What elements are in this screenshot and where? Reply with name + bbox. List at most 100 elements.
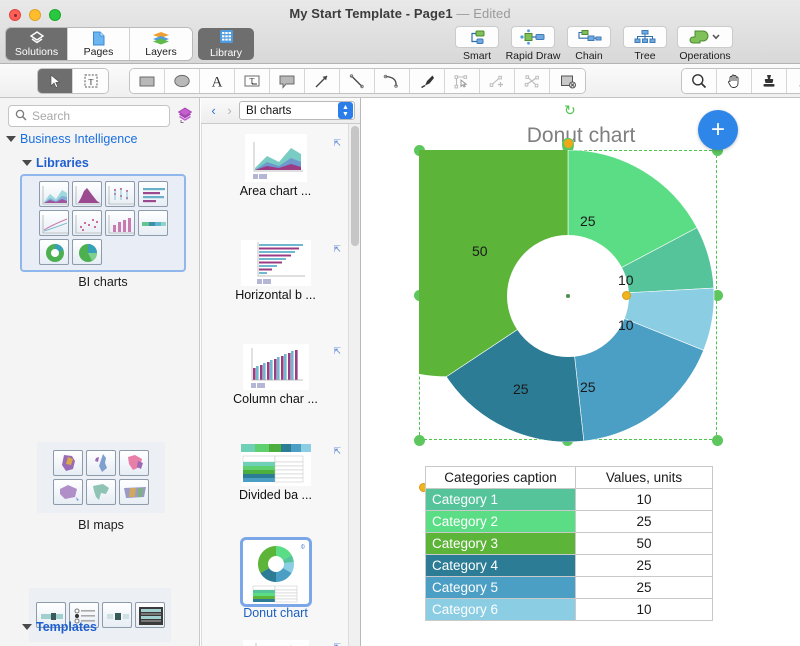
library-item-preview: [240, 444, 311, 486]
thumb-divided-bar: [137, 210, 168, 236]
zoom-tool[interactable]: [682, 69, 717, 93]
toolbar-solutions-button[interactable]: Solutions: [6, 28, 68, 60]
table-row[interactable]: Category 3 50: [425, 532, 713, 555]
smart-connector-icon: [455, 26, 499, 48]
sidebar-library-bi-maps[interactable]: BI maps: [37, 442, 165, 532]
chain-icon: [567, 26, 611, 48]
stamp-tool[interactable]: [752, 69, 787, 93]
left-toolbar-segments: Solutions Pages Layers: [6, 28, 192, 60]
table-row[interactable]: Category 1 10: [425, 488, 713, 511]
thumb-map-uk: [86, 450, 116, 476]
toolbar-tree-label: Tree: [634, 50, 656, 62]
shape-tools-group: A T: [130, 69, 585, 93]
sidebar-section-libraries[interactable]: Libraries: [22, 156, 89, 170]
toolbar-layers-button[interactable]: Layers: [130, 28, 192, 60]
library-item-area-chart[interactable]: ⇱ Area chart ...: [202, 134, 348, 230]
thumb-nav-table: [134, 602, 165, 628]
master-shape-icon: ⇱: [333, 138, 341, 148]
toolbar-operations-label: Operations: [679, 50, 731, 62]
window-title-text: My Start Template - Page1: [289, 6, 453, 21]
table-header-row: Categories caption Values, units: [425, 466, 713, 489]
library-scrollbar[interactable]: [348, 124, 360, 646]
master-shape-icon: ⇱: [333, 244, 341, 254]
library-select-value: BI charts: [246, 104, 292, 117]
arrow-tool[interactable]: [305, 69, 340, 93]
library-item-name: Divided ba ...: [239, 488, 312, 502]
sidebar-section-business-intelligence[interactable]: Business Intelligence: [6, 132, 137, 146]
toolbar-solutions-label: Solutions: [14, 45, 59, 58]
search-icon: [15, 109, 27, 124]
drawing-canvas[interactable]: Donut chart ↻ 25 10 10 25 25 50 + Catego…: [362, 98, 800, 646]
table-cell-category: Category 5: [425, 576, 576, 599]
title-bar: My Start Template - Page1 — Edited Solut…: [0, 0, 800, 64]
right-toolbar-group: Smart Rapid Draw Chain Tree Operations: [450, 26, 736, 62]
table-header-categories: Categories caption: [425, 466, 576, 489]
library-item-divided-bar[interactable]: ⇱ Divided ba ...: [202, 444, 348, 536]
bi-maps-thumbnail: [37, 442, 165, 513]
text-tool[interactable]: A: [200, 69, 235, 93]
table-cell-category: Category 1: [425, 488, 576, 511]
eyedropper-tool[interactable]: [787, 69, 800, 93]
sidebar-library-bi-navigation[interactable]: BI navigation: [29, 588, 171, 646]
toolbar-rapid-draw-button[interactable]: Rapid Draw: [506, 26, 560, 62]
add-point-tool[interactable]: [480, 69, 515, 93]
solutions-park-icon[interactable]: [176, 106, 194, 127]
library-item-scatter-chart[interactable]: ⇱: [202, 640, 348, 646]
edit-points-tool[interactable]: [445, 69, 480, 93]
table-row[interactable]: Category 2 25: [425, 510, 713, 533]
toolbar-pages-button[interactable]: Pages: [68, 28, 130, 60]
thumb-dot-plot: [104, 181, 135, 207]
ellipse-tool[interactable]: [165, 69, 200, 93]
control-point-donut[interactable]: [622, 291, 631, 300]
library-item-preview: [240, 240, 311, 286]
thumb-pie-chart: [71, 239, 102, 265]
line-tool[interactable]: [340, 69, 375, 93]
toolbar-chain-label: Chain: [575, 50, 603, 62]
toolbar-library-button[interactable]: Library: [198, 28, 254, 60]
search-input[interactable]: Search: [8, 105, 170, 127]
library-panel-header: ‹ › BI charts ▲ ▼: [201, 98, 360, 124]
text-box-tool[interactable]: T: [235, 69, 270, 93]
hand-tool[interactable]: [717, 69, 752, 93]
table-cell-value: 25: [575, 510, 713, 533]
library-scrollbar-thumb[interactable]: [351, 126, 359, 246]
library-item-preview: [242, 344, 309, 390]
search-placeholder: Search: [32, 109, 71, 123]
library-item-horizontal-bar[interactable]: ⇱ Horizontal b ...: [202, 240, 348, 336]
library-item-name: Column char ...: [233, 392, 318, 406]
delete-point-tool[interactable]: [515, 69, 550, 93]
callout-tool[interactable]: [270, 69, 305, 93]
toolbar-tree-button[interactable]: Tree: [618, 26, 672, 62]
sidebar-library-bi-charts[interactable]: BI charts: [20, 174, 186, 289]
library-panel: ‹ › BI charts ▲ ▼ ⇱ Area chart ... ⇱ Hor…: [201, 98, 361, 646]
library-item-donut-chart[interactable]: ⌽ Donut chart: [202, 537, 348, 632]
chevron-left-icon[interactable]: ‹: [207, 103, 220, 118]
table-row[interactable]: Category 4 25: [425, 554, 713, 577]
master-shape-icon: ⇱: [333, 346, 341, 356]
data-table[interactable]: Categories caption Values, units Categor…: [425, 466, 713, 621]
text-select-tool[interactable]: T: [73, 69, 108, 93]
master-shape-icon: ⌽: [300, 541, 306, 551]
crop-tool[interactable]: [550, 69, 585, 93]
arc-tool[interactable]: [375, 69, 410, 93]
toolbar-smart-label: Smart: [462, 50, 491, 62]
table-row[interactable]: Category 6 10: [425, 598, 713, 621]
table-row[interactable]: Category 5 25: [425, 576, 713, 599]
toolbar-chain-button[interactable]: Chain: [562, 26, 616, 62]
toolbar-smart-button[interactable]: Smart: [450, 26, 504, 62]
pages-icon: [92, 31, 106, 46]
library-item-preview: [242, 640, 309, 646]
thumb-histogram: [71, 181, 102, 207]
toolbar-operations-button[interactable]: Operations: [674, 26, 736, 62]
chevron-right-icon[interactable]: ›: [223, 103, 236, 118]
library-item-column-chart[interactable]: ⇱ Column char ...: [202, 344, 348, 436]
pen-tool[interactable]: [410, 69, 445, 93]
library-items-list[interactable]: ⇱ Area chart ... ⇱ Horizontal b ... ⇱ Co…: [201, 124, 348, 646]
toolbar-library-label: Library: [209, 47, 243, 59]
add-shape-button[interactable]: +: [698, 110, 738, 150]
table-cell-value: 10: [575, 598, 713, 621]
rectangle-tool[interactable]: [130, 69, 165, 93]
sidebar-section-templates[interactable]: Templates: [22, 620, 97, 634]
pointer-tool[interactable]: [38, 69, 73, 93]
library-select[interactable]: BI charts ▲ ▼: [239, 101, 355, 120]
